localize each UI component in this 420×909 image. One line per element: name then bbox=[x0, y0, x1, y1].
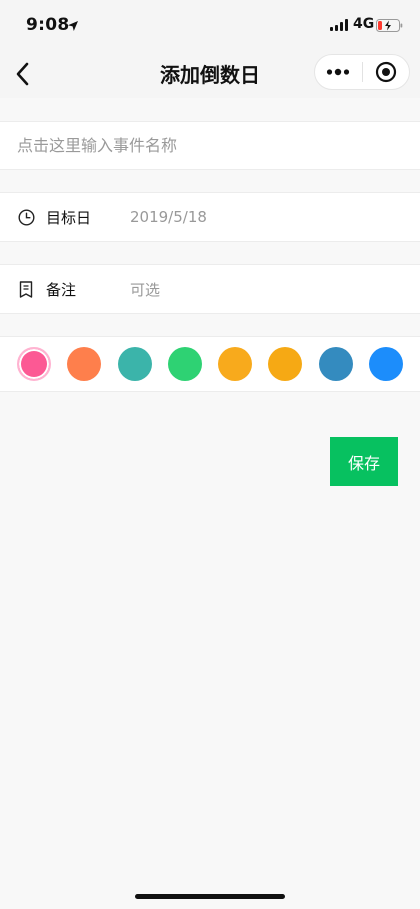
signal-icon bbox=[330, 19, 348, 31]
back-button[interactable] bbox=[6, 58, 38, 90]
note-row[interactable]: 备注 可选 bbox=[0, 265, 420, 313]
color-swatch[interactable] bbox=[368, 347, 403, 381]
status-time: 9:08 bbox=[26, 15, 70, 35]
color-swatch[interactable] bbox=[67, 347, 102, 381]
close-mini-program-button[interactable] bbox=[362, 55, 409, 89]
color-picker-section bbox=[0, 336, 420, 392]
note-icon bbox=[17, 280, 35, 298]
location-arrow-icon bbox=[67, 17, 79, 36]
note-label: 备注 bbox=[46, 280, 77, 299]
target-date-value: 2019/5/18 bbox=[130, 208, 207, 226]
color-swatch[interactable] bbox=[318, 347, 353, 381]
color-swatch[interactable] bbox=[117, 347, 152, 381]
color-picker bbox=[0, 337, 420, 391]
event-name-section bbox=[0, 121, 420, 170]
target-date-label: 目标日 bbox=[46, 208, 92, 227]
page: 9:08 4G 添加倒数日 点击这里输入事件名称 目标日 2019/5/18 备… bbox=[0, 0, 420, 909]
target-date-section: 目标日 2019/5/18 bbox=[0, 192, 420, 242]
color-swatch[interactable] bbox=[268, 347, 303, 381]
save-button[interactable]: 保存 bbox=[330, 437, 398, 486]
battery-charging-icon bbox=[376, 17, 403, 36]
mini-program-capsule bbox=[314, 54, 410, 90]
chevron-left-icon bbox=[16, 62, 29, 86]
target-circle-icon bbox=[375, 61, 396, 83]
color-swatch[interactable] bbox=[17, 347, 51, 381]
target-date-row[interactable]: 目标日 2019/5/18 bbox=[0, 193, 420, 241]
network-type: 4G bbox=[353, 16, 375, 32]
status-bar: 9:08 4G bbox=[0, 0, 420, 50]
home-indicator bbox=[135, 894, 285, 899]
clock-icon bbox=[17, 208, 35, 226]
more-button[interactable] bbox=[315, 55, 362, 89]
note-value: 可选 bbox=[130, 280, 161, 299]
nav-bar: 添加倒数日 bbox=[0, 50, 420, 98]
note-section: 备注 可选 bbox=[0, 264, 420, 314]
event-name-input[interactable] bbox=[0, 122, 420, 169]
color-swatch[interactable] bbox=[218, 347, 253, 381]
more-dots-icon bbox=[327, 68, 350, 76]
color-swatch[interactable] bbox=[167, 347, 202, 381]
